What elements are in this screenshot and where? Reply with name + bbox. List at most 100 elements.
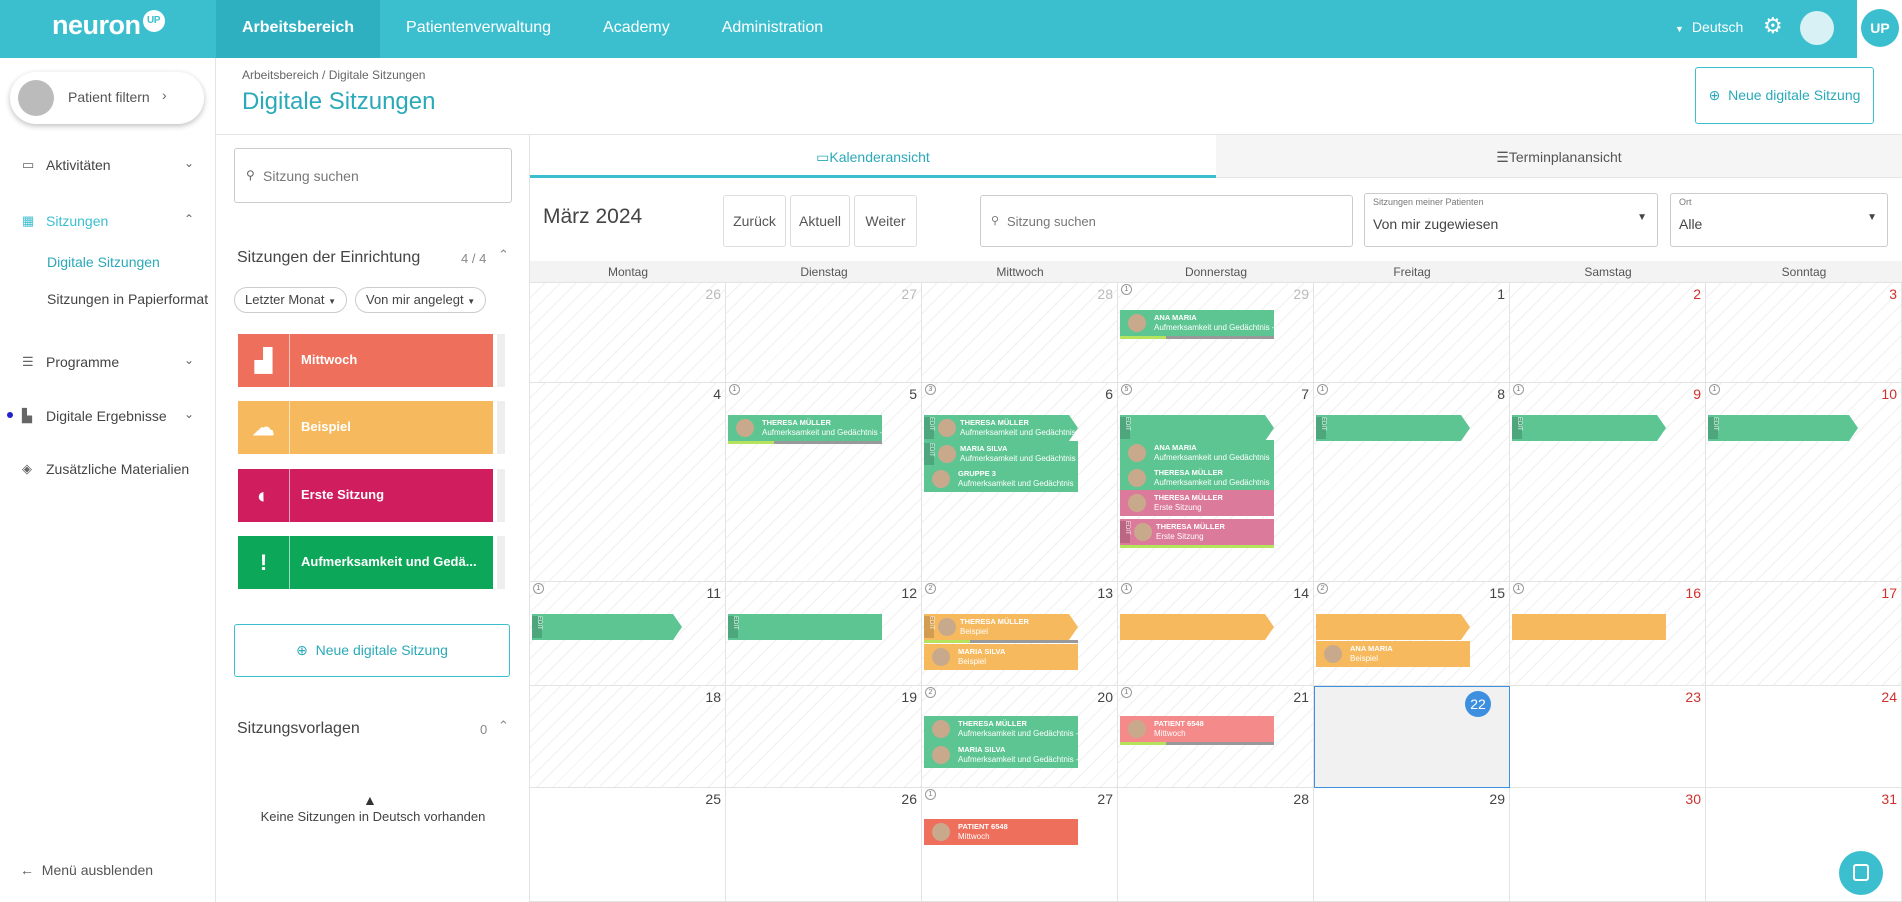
event-count-badge[interactable]: 1 <box>533 583 544 594</box>
calendar-day-cell[interactable]: 19 <box>726 686 922 788</box>
calendar-event[interactable] <box>1120 614 1274 640</box>
calendar-day-cell[interactable]: 1 27 <box>922 788 1118 902</box>
sidebar-item-digitale-ergebnisse[interactable]: ▙ Digitale Ergebnisse ⌄ <box>0 402 216 432</box>
language-selector[interactable]: ▼ Deutsch <box>1675 19 1743 35</box>
calendar-event[interactable]: MARIA SILVA Beispiel <box>924 644 1078 670</box>
calendar-event[interactable]: ANA MARIA Beispiel <box>1316 641 1470 667</box>
event-count-badge[interactable]: 1 <box>1121 583 1132 594</box>
calendar-day-cell[interactable]: 18 <box>1314 383 1510 582</box>
session-card-beispiel[interactable]: ☁ Beispiel <box>238 401 493 454</box>
new-digital-session-button-2[interactable]: ⊕ Neue digitale Sitzung <box>234 624 510 677</box>
edit-tag[interactable]: EDIT <box>924 616 934 638</box>
sidebar-item-aktivitaeten[interactable]: ▭ Aktivitäten ⌄ <box>0 151 216 181</box>
edit-tag[interactable]: EDIT <box>1120 521 1130 543</box>
calendar-day-cell[interactable]: 28 <box>922 283 1118 383</box>
patients-select[interactable]: Sitzungen meiner Patienten Von mir zugewi… <box>1364 193 1658 247</box>
sidebar-item-programme[interactable]: ☰ Programme ⌄ <box>0 348 216 378</box>
drag-handle[interactable] <box>497 334 505 387</box>
event-count-badge[interactable]: 1 <box>1121 284 1132 295</box>
calendar-event[interactable]: EDIT <box>1512 415 1666 441</box>
calendar-day-cell[interactable]: 30 <box>1510 788 1706 902</box>
calendar-day-cell[interactable]: 22 <box>1314 686 1510 788</box>
chevron-up-icon[interactable]: ⌃ <box>498 718 509 734</box>
calendar-event[interactable]: EDIT THERESA MÜLLER Aufmerksamkeit und Ged… <box>924 415 1078 441</box>
calendar-day-cell[interactable]: 19 <box>1510 383 1706 582</box>
event-count-badge[interactable]: 1 <box>1709 384 1720 395</box>
calendar-day-cell[interactable]: 28 <box>1118 788 1314 902</box>
calendar-event[interactable]: MARIA SILVA Aufmerksamkeit und Gedächtnis… <box>924 742 1078 768</box>
event-count-badge[interactable]: 2 <box>1317 583 1328 594</box>
event-count-badge[interactable]: 1 <box>1513 384 1524 395</box>
calendar-day-cell[interactable]: 15 <box>726 383 922 582</box>
calendar-day-cell[interactable]: 1 10 <box>1706 383 1902 582</box>
period-filter[interactable]: Letzter Monat ▼ <box>234 287 348 313</box>
calendar-day-cell[interactable]: 3 <box>1706 283 1902 383</box>
calendar-event[interactable]: ANA MARIAAufmerksamkeit und Gedächtnis -… <box>1120 310 1274 336</box>
calendar-day-cell[interactable]: 23 <box>1510 686 1706 788</box>
user-avatar[interactable] <box>1800 11 1834 45</box>
calendar-event[interactable]: THERESA MÜLLER Aufmerksamkeit und Gedächt… <box>728 415 882 441</box>
edit-tag[interactable]: EDIT <box>924 443 934 465</box>
edit-tag[interactable]: EDIT <box>1120 417 1130 439</box>
event-count-badge[interactable]: 2 <box>925 583 936 594</box>
sidebar-sub-papierformat[interactable]: Sitzungen in Papierformat <box>47 291 208 307</box>
edit-tag[interactable]: EDIT <box>924 417 934 439</box>
event-count-badge[interactable]: 1 <box>1121 687 1132 698</box>
edit-tag[interactable]: EDIT <box>532 616 542 638</box>
event-count-badge[interactable]: 1 <box>925 789 936 800</box>
calendar-event[interactable]: GRUPPE 3 Aufmerksamkeit und Gedächtnis <box>924 466 1078 492</box>
calendar-day-cell[interactable]: 24 <box>1706 686 1902 788</box>
drag-handle[interactable] <box>497 536 505 589</box>
calendar-event[interactable]: EDIT MARIA SILVA Aufmerksamkeit und Gedäch… <box>924 441 1078 467</box>
patient-filter-button[interactable]: Patient filtern › <box>10 72 204 124</box>
calendar-day-cell[interactable]: 17 <box>1706 582 1902 686</box>
session-card-aufmerksamkeit[interactable]: ! Aufmerksamkeit und Gedä... <box>238 536 493 589</box>
session-search-input[interactable]: ⚲ Sitzung suchen <box>234 148 512 203</box>
calendar-event[interactable]: THERESA MÜLLER Aufmerksamkeit und Gedächt… <box>1120 465 1274 491</box>
session-card-erste-sitzung[interactable]: ◐ Erste Sitzung <box>238 469 493 522</box>
tab-kalenderansicht[interactable]: ▭Kalenderansicht <box>530 135 1216 178</box>
new-digital-session-button[interactable]: ⊕ Neue digitale Sitzung <box>1695 67 1874 124</box>
tab-terminplanansicht[interactable]: ☰Terminplanansicht <box>1216 135 1902 178</box>
edit-tag[interactable]: EDIT <box>1512 417 1522 439</box>
breadcrumb[interactable]: Arbeitsbereich / Digitale Sitzungen <box>242 68 425 82</box>
prev-button[interactable]: Zurück <box>723 195 786 247</box>
event-count-badge[interactable]: 3 <box>925 384 936 395</box>
sidebar-item-sitzungen[interactable]: ▦ Sitzungen ⌃ <box>0 207 216 237</box>
neuronup-logo[interactable]: neuron UP <box>52 10 165 41</box>
place-select[interactable]: Ort Alle ▼ <box>1670 193 1888 247</box>
creator-filter[interactable]: Von mir angelegt ▼ <box>355 287 487 313</box>
event-count-badge[interactable]: 1 <box>1317 384 1328 395</box>
chevron-up-icon[interactable]: ⌃ <box>498 247 509 263</box>
calendar-event[interactable] <box>1512 614 1666 640</box>
calendar-day-cell[interactable]: 4 <box>530 383 726 582</box>
nav-arbeitsbereich[interactable]: Arbeitsbereich <box>216 0 381 58</box>
event-count-badge[interactable]: 2 <box>925 687 936 698</box>
edit-tag[interactable]: EDIT <box>728 616 738 638</box>
calendar-search-input[interactable]: ⚲ Sitzung suchen <box>980 195 1353 247</box>
drag-handle[interactable] <box>497 401 505 454</box>
calendar-event[interactable]: THERESA MÜLLER Aufmerksamkeit und Gedächt… <box>924 716 1078 742</box>
nav-administration[interactable]: Administration <box>696 0 849 58</box>
calendar-event[interactable]: EDIT THERESA MÜLLER Beispiel <box>924 614 1078 640</box>
calendar-day-cell[interactable]: 29 <box>1314 788 1510 902</box>
calendar-day-cell[interactable]: 26 <box>530 283 726 383</box>
today-button[interactable]: Aktuell <box>790 195 850 247</box>
next-button[interactable]: Weiter <box>854 195 917 247</box>
calendar-event[interactable]: EDIT THERESA MÜLLER Erste Sitzung <box>1120 519 1274 545</box>
nav-academy[interactable]: Academy <box>577 0 696 58</box>
sidebar-sub-digitale-sitzungen[interactable]: Digitale Sitzungen <box>47 254 160 270</box>
calendar-event[interactable]: PATIENT 6548 Mittwoch <box>1120 716 1274 742</box>
event-count-badge[interactable]: 1 <box>1513 583 1524 594</box>
hide-menu-button[interactable]: ← Menü ausblenden <box>20 862 153 878</box>
calendar-event[interactable]: EDIT <box>1708 415 1858 441</box>
edit-tag[interactable]: EDIT <box>1316 417 1326 439</box>
calendar-event[interactable] <box>1316 614 1470 640</box>
calendar-event[interactable]: THERESA MÜLLER Erste Sitzung <box>1120 490 1274 516</box>
calendar-day-cell[interactable]: 26 <box>726 788 922 902</box>
edit-tag[interactable]: EDIT <box>1708 417 1718 439</box>
calendar-day-cell[interactable]: 18 <box>530 686 726 788</box>
event-count-badge[interactable]: 1 <box>729 384 740 395</box>
calendar-day-cell[interactable]: 1 <box>1314 283 1510 383</box>
calendar-day-cell[interactable]: 25 <box>530 788 726 902</box>
